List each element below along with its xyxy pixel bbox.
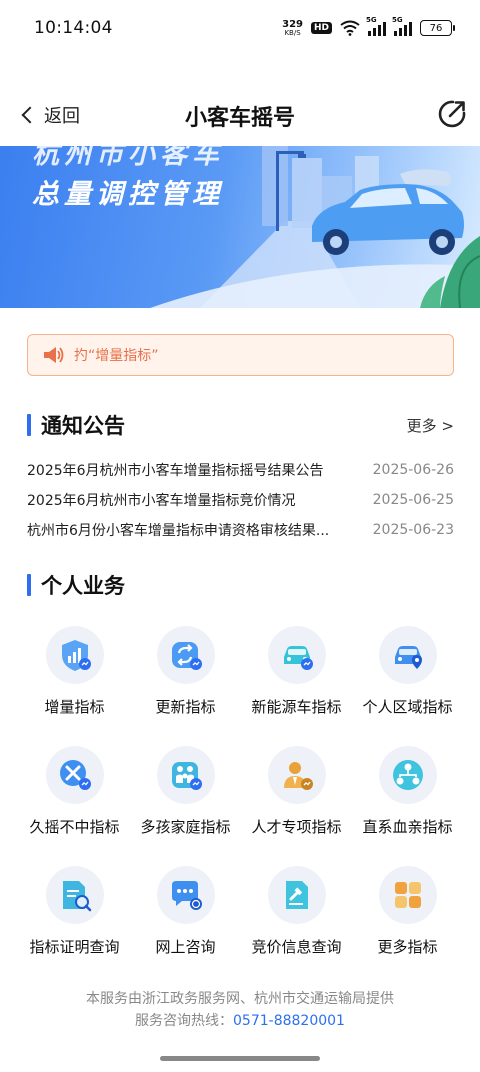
- ev-car-icon: [267, 626, 326, 684]
- megaphone-icon: [44, 347, 64, 363]
- service-duohai[interactable]: 多孩家庭指标: [130, 742, 241, 862]
- service-label: 人才专项指标: [251, 818, 342, 836]
- announcement-item[interactable]: 杭州市6月份小客车增量指标申请资格审核结果... 2025-06-23: [27, 515, 454, 545]
- service-label: 竞价信息查询: [251, 938, 342, 956]
- service-label: 增量指标: [44, 698, 105, 716]
- announcement-item[interactable]: 2025年6月杭州市小客车增量指标摇号结果公告 2025-06-26: [27, 455, 454, 485]
- service-xueqin[interactable]: 直系血亲指标: [352, 742, 463, 862]
- talent-icon: [267, 746, 326, 804]
- service-label: 多孩家庭指标: [140, 818, 231, 836]
- section-bar: [27, 414, 31, 436]
- battery-icon: 76: [420, 20, 455, 36]
- service-label: 更新指标: [155, 698, 216, 716]
- service-label: 更多指标: [377, 938, 438, 956]
- auction-icon: [267, 866, 326, 924]
- service-gengxin[interactable]: 更新指标: [130, 622, 241, 742]
- service-label: 新能源车指标: [251, 698, 342, 716]
- service-label: 指标证明查询: [29, 938, 120, 956]
- notice-bar[interactable]: 扚“增量指标”: [27, 334, 454, 376]
- status-icons: 329 KB/S HD 5G 5G 76: [282, 16, 455, 37]
- car-location-icon: [378, 626, 437, 684]
- services-title: 个人业务: [41, 574, 125, 598]
- service-zixun[interactable]: 网上咨询: [130, 862, 241, 982]
- net-speed: 329 KB/S: [282, 18, 303, 37]
- announcement-title: 2025年6月杭州市小客车增量指标摇号结果公告: [27, 463, 324, 479]
- service-quyu[interactable]: 个人区域指标: [352, 622, 463, 742]
- service-rencai[interactable]: 人才专项指标: [241, 742, 352, 862]
- hero-banner[interactable]: 杭州市小客车 总量调控管理: [0, 146, 480, 308]
- announcement-title: 2025年6月杭州市小客车增量指标竞价情况: [27, 493, 296, 509]
- service-jingjia[interactable]: 竞价信息查询: [241, 862, 352, 982]
- refresh-icon: [156, 626, 215, 684]
- service-gengduo[interactable]: 更多指标: [352, 862, 463, 982]
- services-grid: 增量指标 更新指标 新能源车指标 个人区域指标 久摇不中指标 多孩家庭指标 人才…: [19, 622, 463, 982]
- more-link[interactable]: 更多 >: [407, 415, 454, 436]
- announcement-title: 杭州市6月份小客车增量指标申请资格审核结果...: [27, 523, 330, 539]
- relation-icon: [378, 746, 437, 804]
- section-bar: [27, 574, 31, 596]
- hd-icon: HD: [310, 22, 332, 34]
- service-zengliang[interactable]: 增量指标: [19, 622, 130, 742]
- hotline-number[interactable]: 0571-88820001: [233, 1013, 345, 1029]
- service-label: 个人区域指标: [362, 698, 453, 716]
- document-search-icon: [45, 866, 104, 924]
- shield-chart-icon: [45, 626, 104, 684]
- status-bar: 10:14:04 329 KB/S HD 5G 5G 76: [0, 0, 480, 56]
- nav-bar: 返回 小客车摇号: [0, 88, 480, 144]
- announcement-date: 2025-06-23: [372, 522, 454, 538]
- service-zhengming[interactable]: 指标证明查询: [19, 862, 130, 982]
- banner-illustration: [150, 146, 480, 308]
- signal-icon: 5G: [366, 16, 386, 36]
- announcements-list: 2025年6月杭州市小客车增量指标摇号结果公告 2025-06-26 2025年…: [27, 455, 454, 545]
- announcement-date: 2025-06-25: [372, 492, 454, 508]
- announcement-date: 2025-06-26: [372, 462, 454, 478]
- cross-icon: [45, 746, 104, 804]
- service-label: 直系血亲指标: [362, 818, 453, 836]
- back-button[interactable]: 返回: [18, 102, 80, 128]
- footer: 本服务由浙江政务服务网、杭州市交通运输局提供 服务咨询热线：0571-88820…: [0, 988, 480, 1032]
- announcement-item[interactable]: 2025年6月杭州市小客车增量指标竞价情况 2025-06-25: [27, 485, 454, 515]
- notice-text: 扚“增量指标”: [74, 348, 159, 364]
- signal-icon-2: 5G: [392, 16, 412, 36]
- family-icon: [156, 746, 215, 804]
- announcements-title: 通知公告: [41, 414, 125, 438]
- service-xinnengyuan[interactable]: 新能源车指标: [241, 622, 352, 742]
- footer-hotline: 服务咨询热线：0571-88820001: [0, 1010, 480, 1032]
- service-label: 久摇不中指标: [29, 818, 120, 836]
- back-label: 返回: [44, 106, 80, 127]
- share-icon[interactable]: [436, 98, 468, 130]
- grid-icon: [378, 866, 437, 924]
- hotline-label: 服务咨询热线：: [135, 1013, 234, 1029]
- home-indicator[interactable]: [160, 1056, 320, 1061]
- footer-provider: 本服务由浙江政务服务网、杭州市交通运输局提供: [86, 991, 394, 1007]
- status-time: 10:14:04: [34, 18, 113, 38]
- announcements-header: 通知公告 更多 >: [27, 410, 454, 440]
- wifi-icon: [340, 20, 360, 36]
- service-label: 网上咨询: [155, 938, 216, 956]
- services-header: 个人业务: [27, 570, 454, 600]
- service-jiuyao[interactable]: 久摇不中指标: [19, 742, 130, 862]
- chat-icon: [156, 866, 215, 924]
- chevron-left-icon: [21, 106, 39, 124]
